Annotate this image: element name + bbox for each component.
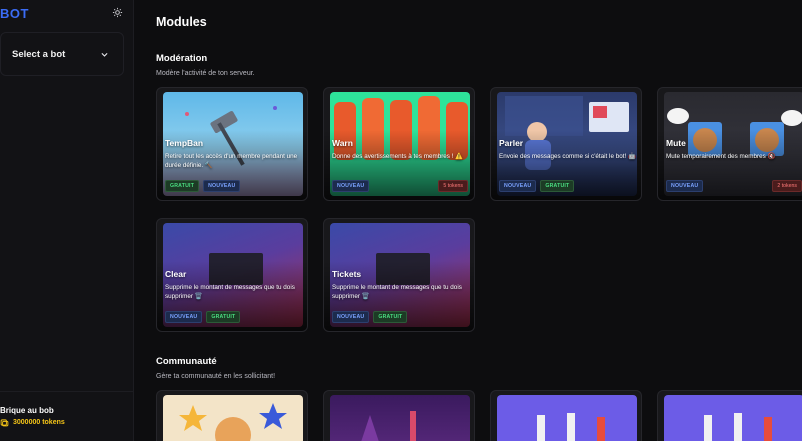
brand-logo[interactable]: BOT <box>0 6 29 21</box>
sidebar-divider <box>0 391 134 392</box>
module-title: Mute <box>666 138 686 148</box>
coin-icon <box>0 419 9 427</box>
module-card-tickets[interactable]: Tickets Supprime le montant de messages … <box>323 218 475 332</box>
select-bot-dropdown[interactable]: Select a bot <box>0 32 124 76</box>
module-image <box>330 395 470 441</box>
module-tags: NOUVEAU <box>332 180 370 192</box>
tag-nouveau: NOUVEAU <box>499 180 537 192</box>
module-title: Warn <box>332 138 353 148</box>
module-card-communaute-3[interactable] <box>490 390 642 441</box>
tag-nouveau: NOUVEAU <box>332 311 370 323</box>
module-tags: NOUVEAU <box>666 180 704 192</box>
main-content: Modules Modération Modère l'activité de … <box>134 0 802 441</box>
module-tags: NOUVEAU GRATUIT <box>499 180 575 192</box>
tag-gratuit: GRATUIT <box>540 180 575 192</box>
module-description: Retire tout les accès d'un membre pendan… <box>165 153 298 169</box>
module-image <box>664 395 802 441</box>
user-tokens: 3000000 tokens <box>0 418 65 427</box>
tag-gratuit: GRATUIT <box>373 311 408 323</box>
page-title: Modules <box>156 15 207 29</box>
module-description: Donne des avertissements à tes membres !… <box>332 153 464 160</box>
module-tags: NOUVEAU GRATUIT <box>165 311 241 323</box>
module-card-clear[interactable]: Clear Supprime le montant de messages qu… <box>156 218 308 332</box>
theme-toggle-button[interactable] <box>110 5 124 19</box>
module-title: Tickets <box>332 269 362 279</box>
module-image <box>163 395 303 441</box>
tag-gratuit: GRATUIT <box>165 180 200 192</box>
section-title-communaute: Communauté <box>156 356 217 367</box>
module-title: Clear <box>165 269 187 279</box>
module-title: Parler <box>499 138 524 148</box>
module-card-communaute-2[interactable] <box>323 390 475 441</box>
tokens-badge: 2 tokens <box>772 180 802 192</box>
section-subtitle-communaute: Gère ta communauté en les sollicitant! <box>156 373 276 380</box>
module-tags: NOUVEAU GRATUIT <box>332 311 408 323</box>
tag-gratuit: GRATUIT <box>206 311 241 323</box>
tag-nouveau: NOUVEAU <box>203 180 241 192</box>
module-description: Supprime le montant de messages que tu d… <box>332 284 462 300</box>
module-tags: GRATUIT NOUVEAU <box>165 180 241 192</box>
module-card-parler[interactable]: Parler Envoie des messages comme si c'ét… <box>490 87 642 201</box>
module-description: Mute temporairement des membres 🔇 <box>666 153 776 160</box>
sun-icon <box>112 7 122 17</box>
module-description: Supprime le montant de messages que tu d… <box>165 284 295 300</box>
module-card-mute[interactable]: Mute Mute temporairement des membres 🔇 N… <box>657 87 802 201</box>
section-subtitle-moderation: Modère l'activité de ton serveur. <box>156 70 255 77</box>
module-card-tempban[interactable]: TempBan Retire tout les accès d'un membr… <box>156 87 308 201</box>
module-image <box>497 395 637 441</box>
tokens-badge: 5 tokens <box>438 180 468 192</box>
user-token-count: 3000000 tokens <box>13 419 65 426</box>
user-name: Brique au bob <box>0 406 54 415</box>
tag-nouveau: NOUVEAU <box>332 180 370 192</box>
tag-nouveau: NOUVEAU <box>666 180 704 192</box>
app-root: BOT Select a bot Brique au bob 3000000 t… <box>0 0 802 441</box>
tag-nouveau: NOUVEAU <box>165 311 203 323</box>
chevron-down-icon <box>101 52 108 57</box>
module-card-warn[interactable]: Warn Donne des avertissements à tes memb… <box>323 87 475 201</box>
section-title-moderation: Modération <box>156 53 208 64</box>
select-bot-label: Select a bot <box>12 48 66 60</box>
module-title: TempBan <box>165 138 204 148</box>
module-card-communaute-1[interactable] <box>156 390 308 441</box>
module-description: Envoie des messages comme si c'était le … <box>499 153 636 160</box>
module-card-communaute-4[interactable] <box>657 390 802 441</box>
sidebar: BOT Select a bot Brique au bob 3000000 t… <box>0 0 134 441</box>
